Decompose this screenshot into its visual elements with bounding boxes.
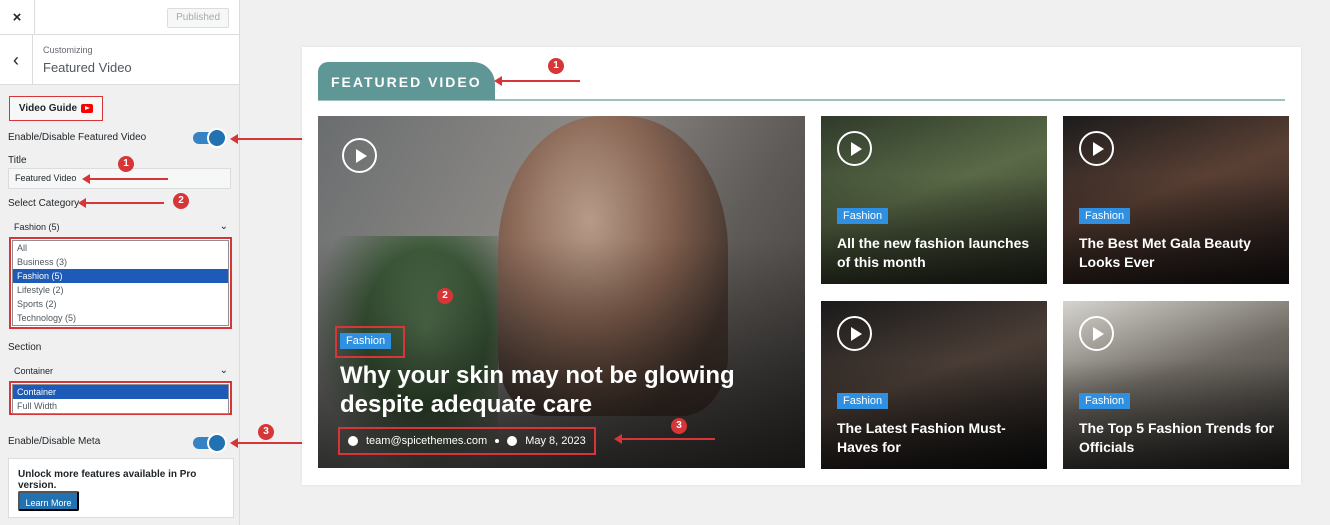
section-dropdown-list: Container Full Width bbox=[9, 381, 232, 415]
category-badge[interactable]: Fashion bbox=[837, 393, 889, 409]
toggle-knob bbox=[209, 435, 225, 451]
video-card-title[interactable]: All the new fashion launches of this mon… bbox=[837, 234, 1037, 272]
annotation-number: 1 bbox=[118, 156, 134, 172]
site-preview: FEATURED VIDEO Fashion Why your skin may… bbox=[302, 47, 1301, 485]
video-card[interactable]: Fashion The Top 5 Fashion Trends for Off… bbox=[1063, 301, 1289, 469]
title-label: Title bbox=[8, 155, 27, 166]
annotation-arrow bbox=[82, 174, 168, 184]
play-icon[interactable] bbox=[342, 138, 377, 173]
video-guide-button[interactable]: Video Guide bbox=[9, 96, 103, 121]
category-option[interactable]: All bbox=[13, 241, 228, 255]
category-option[interactable]: Technology (5) bbox=[13, 311, 228, 325]
clock-icon bbox=[507, 436, 518, 446]
section-select[interactable]: Container ⌄ bbox=[8, 362, 232, 380]
pro-upsell: Unlock more features available in Pro ve… bbox=[8, 458, 234, 518]
chevron-down-icon: ⌄ bbox=[219, 365, 228, 376]
video-card[interactable]: Fashion The Best Met Gala Beauty Looks E… bbox=[1063, 116, 1289, 284]
video-guide-label: Video Guide bbox=[18, 103, 78, 114]
annotation-number: 1 bbox=[548, 58, 564, 74]
category-options: All Business (3) Fashion (5) Lifestyle (… bbox=[12, 240, 229, 326]
category-badge[interactable]: Fashion bbox=[340, 333, 392, 349]
category-select[interactable]: Fashion (5) ⌄ bbox=[8, 218, 232, 236]
category-badge[interactable]: Fashion bbox=[837, 208, 889, 224]
learn-more-button[interactable]: Learn More bbox=[18, 491, 79, 511]
annotation-number: 2 bbox=[173, 193, 189, 209]
date[interactable]: May 8, 2023 bbox=[525, 435, 586, 447]
section-option[interactable]: Container bbox=[13, 385, 228, 399]
pro-text: Unlock more features available in Pro ve… bbox=[18, 469, 197, 491]
video-card-title[interactable]: The Top 5 Fashion Trends for Officials bbox=[1079, 419, 1279, 457]
chevron-down-icon: ⌄ bbox=[219, 221, 228, 232]
section-label: Section bbox=[8, 342, 42, 353]
enable-video-label: Enable/Disable Featured Video bbox=[8, 132, 147, 143]
toggle-knob bbox=[209, 130, 225, 146]
video-card-title[interactable]: The Best Met Gala Beauty Looks Ever bbox=[1079, 234, 1279, 272]
heading-divider bbox=[318, 99, 1285, 101]
annotation-number: 2 bbox=[437, 288, 453, 304]
meta-separator bbox=[495, 439, 500, 443]
play-icon[interactable] bbox=[837, 316, 872, 351]
category-option[interactable]: Fashion (5) bbox=[13, 269, 228, 283]
published-button[interactable]: Published bbox=[167, 8, 229, 28]
category-label: Select Category bbox=[8, 198, 80, 209]
customizer-sidebar: × Published ‹ Customizing Featured Video… bbox=[0, 0, 240, 525]
play-icon[interactable] bbox=[837, 131, 872, 166]
section-options: Container Full Width bbox=[12, 384, 229, 414]
main-video-meta: team@spicethemes.com May 8, 2023 bbox=[338, 427, 596, 455]
annotation-arrow bbox=[78, 198, 164, 208]
category-option[interactable]: Business (3) bbox=[13, 255, 228, 269]
category-badge[interactable]: Fashion bbox=[1079, 208, 1131, 224]
video-card[interactable]: Fashion All the new fashion launches of … bbox=[821, 116, 1047, 284]
annotation-number: 3 bbox=[258, 424, 274, 440]
category-badge[interactable]: Fashion bbox=[1079, 393, 1131, 409]
close-icon[interactable]: × bbox=[0, 0, 35, 35]
featured-video-heading: FEATURED VIDEO bbox=[318, 62, 495, 100]
enable-video-toggle[interactable] bbox=[193, 130, 225, 146]
category-dropdown-list: All Business (3) Fashion (5) Lifestyle (… bbox=[9, 237, 232, 329]
main-video-card[interactable]: Fashion Why your skin may not be glowing… bbox=[318, 116, 805, 468]
back-icon[interactable]: ‹ bbox=[0, 35, 33, 85]
main-video-title[interactable]: Why your skin may not be glowing despite… bbox=[340, 361, 780, 419]
video-card-title[interactable]: The Latest Fashion Must-Haves for bbox=[837, 419, 1037, 457]
category-option[interactable]: Lifestyle (2) bbox=[13, 283, 228, 297]
section-title: Featured Video bbox=[43, 60, 132, 75]
author[interactable]: team@spicethemes.com bbox=[366, 435, 487, 447]
breadcrumb: Customizing bbox=[43, 45, 93, 55]
annotation-arrow bbox=[494, 76, 580, 86]
user-icon bbox=[348, 436, 358, 446]
play-icon[interactable] bbox=[1079, 316, 1114, 351]
video-card[interactable]: Fashion The Latest Fashion Must-Haves fo… bbox=[821, 301, 1047, 469]
enable-meta-label: Enable/Disable Meta bbox=[8, 436, 101, 447]
section-option[interactable]: Full Width bbox=[13, 399, 228, 413]
category-selected-value: Fashion (5) bbox=[14, 222, 60, 232]
customizer-topbar: × Published bbox=[0, 0, 239, 35]
category-option[interactable]: Sports (2) bbox=[13, 297, 228, 311]
enable-meta-toggle[interactable] bbox=[193, 435, 225, 451]
annotation-number: 3 bbox=[671, 418, 687, 434]
section-header: ‹ Customizing Featured Video bbox=[0, 35, 239, 85]
section-selected-value: Container bbox=[14, 366, 54, 376]
youtube-icon bbox=[81, 104, 94, 113]
play-icon[interactable] bbox=[1079, 131, 1114, 166]
annotation-arrow bbox=[614, 434, 715, 444]
